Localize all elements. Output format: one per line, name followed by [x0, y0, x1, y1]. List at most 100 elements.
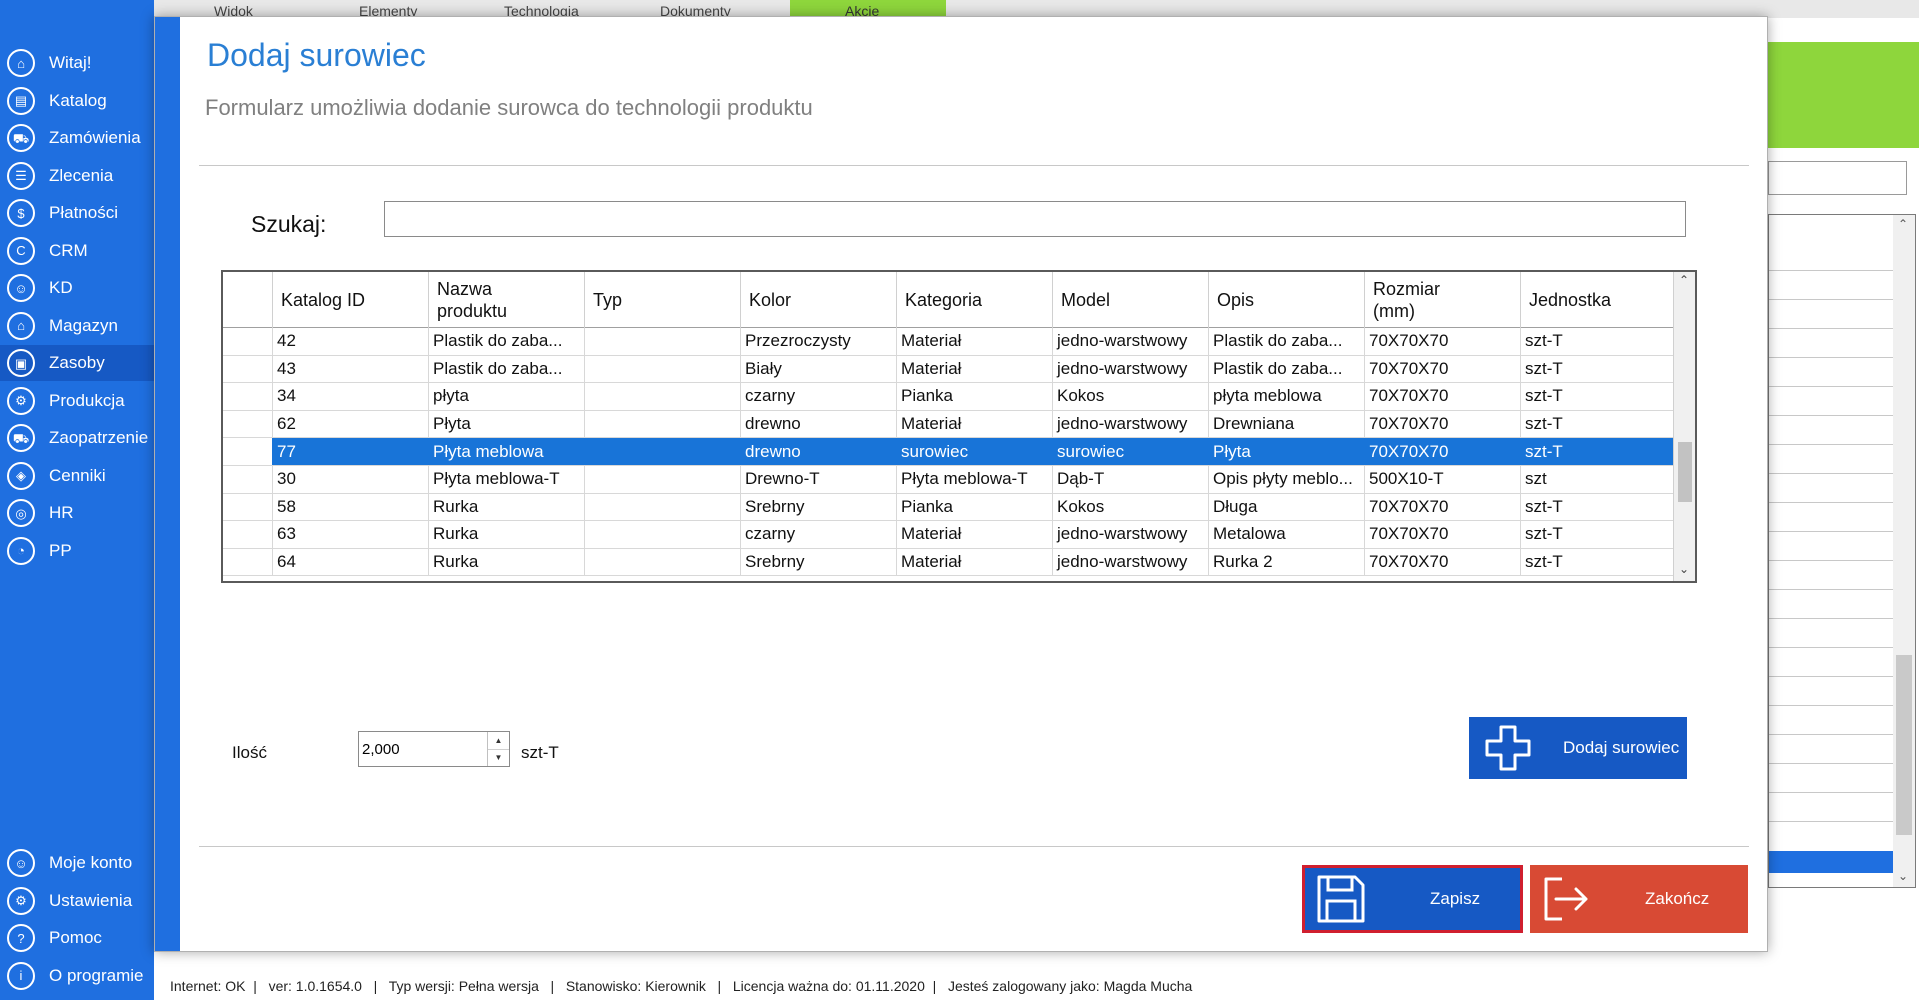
scroll-up-icon[interactable]: ⌃	[1679, 273, 1689, 287]
table-cell[interactable]: 70X70X70	[1365, 383, 1521, 410]
table-cell[interactable]	[585, 383, 741, 410]
table-row[interactable]: 62 Płyta drewno Materiał jedno-warstwowy Drew…	[223, 410, 1675, 439]
table-row[interactable]: 34 płyta czarny Pianka Kokos płyta meblowa 70X…	[223, 383, 1675, 411]
table-cell[interactable]: Dąb-T	[1053, 466, 1209, 493]
row-header-cell[interactable]	[223, 410, 273, 438]
table-cell[interactable]: Płyta meblowa	[429, 438, 585, 465]
quantity-input[interactable]	[359, 732, 487, 766]
table-row[interactable]: 64 Rurka Srebrny Materiał jedno-warstwowy Rur…	[223, 548, 1675, 577]
background-selected-row[interactable]	[1769, 851, 1894, 873]
column-header[interactable]: Rozmiar (mm)	[1365, 272, 1521, 328]
table-cell[interactable]: 34	[273, 383, 429, 410]
table-cell[interactable]: czarny	[741, 383, 897, 410]
table-cell[interactable]: Plastik do zaba...	[1209, 355, 1365, 383]
table-row[interactable]: 58 Rurka Srebrny Pianka Kokos Długa 70X70X70 sz…	[223, 493, 1675, 522]
table-cell[interactable]	[585, 548, 741, 576]
spin-down-icon[interactable]: ▼	[488, 750, 509, 767]
column-header[interactable]: Kategoria	[897, 272, 1053, 328]
table-row[interactable]: 30 Płyta meblowa-T Drewno-T Płyta meblowa-T…	[223, 466, 1675, 494]
table-cell[interactable]: Pianka	[897, 383, 1053, 410]
table-cell[interactable]	[585, 410, 741, 438]
row-pointer-icon[interactable]: ▶	[223, 438, 273, 465]
sidebar-item-zaopatrzenie[interactable]: ⛟ Zaopatrzenie	[0, 420, 154, 456]
table-cell[interactable]: Płyta	[1209, 438, 1365, 465]
row-header-cell[interactable]	[223, 466, 273, 493]
table-cell[interactable]: Plastik do zaba...	[429, 328, 585, 355]
table-cell[interactable]: 77	[273, 438, 429, 465]
sidebar-item-produkcja[interactable]: ⚙ Produkcja	[0, 383, 154, 419]
background-scrollbar[interactable]: ⌃ ⌄	[1893, 215, 1915, 887]
table-cell[interactable]: 63	[273, 521, 429, 548]
sidebar-item-magazyn[interactable]: ⌂ Magazyn	[0, 308, 154, 344]
table-cell[interactable]: Biały	[741, 355, 897, 383]
table-cell[interactable]: Płyta meblowa-T	[897, 466, 1053, 493]
table-cell[interactable]: Materiał	[897, 548, 1053, 576]
table-cell[interactable]: 500X10-T	[1365, 466, 1521, 493]
column-header[interactable]: Model	[1053, 272, 1209, 328]
materials-table[interactable]: Katalog ID Nazwa produktu Typ Kolor Kategori…	[221, 270, 1697, 583]
table-cell[interactable]: jedno-warstwowy	[1053, 328, 1209, 355]
scroll-down-icon[interactable]: ⌄	[1898, 869, 1908, 883]
row-header-cell[interactable]	[223, 493, 273, 521]
table-cell[interactable]: szt-T	[1521, 493, 1675, 521]
table-cell[interactable]: jedno-warstwowy	[1053, 548, 1209, 576]
table-cell[interactable]: 70X70X70	[1365, 355, 1521, 383]
column-header[interactable]: Kolor	[741, 272, 897, 328]
table-cell[interactable]: drewno	[741, 438, 897, 465]
row-header-cell[interactable]	[223, 521, 273, 548]
table-cell[interactable]: 70X70X70	[1365, 410, 1521, 438]
table-cell[interactable]	[585, 493, 741, 521]
sidebar-item-o-programie[interactable]: i O programie	[0, 958, 154, 994]
background-list[interactable]: ⌃ ⌄	[1768, 214, 1916, 888]
column-header[interactable]: Nazwa produktu	[429, 272, 585, 328]
table-scrollbar[interactable]: ⌃ ⌄	[1673, 272, 1695, 581]
column-header[interactable]: Opis	[1209, 272, 1365, 328]
table-cell[interactable]: szt-T	[1521, 521, 1675, 548]
table-cell[interactable]: szt-T	[1521, 548, 1675, 576]
search-input[interactable]	[384, 201, 1686, 237]
scrollbar-thumb[interactable]	[1678, 442, 1692, 502]
row-header-cell[interactable]	[223, 548, 273, 576]
table-row[interactable]: 63 Rurka czarny Materiał jedno-warstwowy Meta…	[223, 521, 1675, 549]
sidebar-item-pp[interactable]: ◔ PP	[0, 533, 154, 569]
table-cell[interactable]: Metalowa	[1209, 521, 1365, 548]
table-cell[interactable]: Materiał	[897, 410, 1053, 438]
table-cell[interactable]: Rurka	[429, 548, 585, 576]
sidebar-item-kd[interactable]: ☺ KD	[0, 270, 154, 306]
scroll-down-icon[interactable]: ⌄	[1679, 562, 1689, 576]
table-cell[interactable]: Materiał	[897, 521, 1053, 548]
row-header-cell[interactable]	[223, 355, 273, 383]
table-cell[interactable]: drewno	[741, 410, 897, 438]
table-cell[interactable]: szt-T	[1521, 355, 1675, 383]
column-header[interactable]: Typ	[585, 272, 741, 328]
table-cell[interactable]: surowiec	[897, 438, 1053, 465]
table-cell[interactable]: szt-T	[1521, 438, 1675, 465]
table-cell[interactable]: 58	[273, 493, 429, 521]
table-cell[interactable]: szt	[1521, 466, 1675, 493]
sidebar-item-crm[interactable]: C CRM	[0, 233, 154, 269]
row-header-cell[interactable]	[223, 383, 273, 410]
table-cell[interactable]: czarny	[741, 521, 897, 548]
row-header-cell[interactable]	[223, 328, 273, 355]
sidebar-item-hr[interactable]: ◎ HR	[0, 495, 154, 531]
table-cell[interactable]	[585, 355, 741, 383]
quantity-stepper[interactable]: ▲ ▼	[358, 731, 510, 767]
sidebar-item-zamówienia[interactable]: ⛟ Zamówienia	[0, 120, 154, 156]
sidebar-item-zlecenia[interactable]: ☰ Zlecenia	[0, 158, 154, 194]
table-cell[interactable]: Przezroczysty	[741, 328, 897, 355]
table-cell[interactable]: Srebrny	[741, 548, 897, 576]
background-input[interactable]	[1768, 161, 1907, 195]
table-cell[interactable]: Płyta	[429, 410, 585, 438]
scrollbar-thumb[interactable]	[1896, 655, 1912, 835]
sidebar-item-płatności[interactable]: $ Płatności	[0, 195, 154, 231]
table-cell[interactable]: Rurka	[429, 521, 585, 548]
table-cell[interactable]: szt-T	[1521, 410, 1675, 438]
table-cell[interactable]: 64	[273, 548, 429, 576]
sidebar-item-cenniki[interactable]: ◈ Cenniki	[0, 458, 154, 494]
sidebar-item-moje-konto[interactable]: ☺ Moje konto	[0, 845, 154, 881]
table-row[interactable]: ▶ 77 Płyta meblowa drewno surowiec surowiec Pł…	[223, 438, 1675, 466]
table-cell[interactable]: Drewno-T	[741, 466, 897, 493]
scroll-up-icon[interactable]: ⌃	[1898, 217, 1908, 231]
table-cell[interactable]: jedno-warstwowy	[1053, 521, 1209, 548]
sidebar-item-zasoby[interactable]: ▣ Zasoby	[0, 345, 154, 381]
